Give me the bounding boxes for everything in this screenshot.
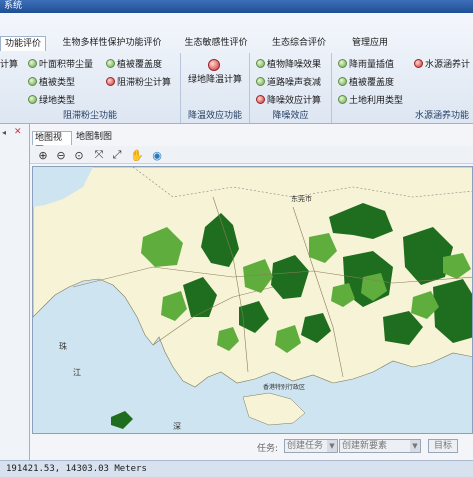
- toc-sidebar: ◂ ✕: [0, 124, 30, 460]
- leaf-icon: [256, 77, 265, 86]
- noise-calc-label: 降噪效应计算: [267, 96, 322, 106]
- target-button[interactable]: 目标: [428, 439, 458, 453]
- leaf-icon: [256, 59, 265, 68]
- leaf-icon: [28, 95, 37, 104]
- ribbon-tabs: 功能评价 生物多样性保护功能评价 生态敏感性评价 生态综合评价 管理应用: [0, 35, 473, 51]
- tab-comprehensive[interactable]: 生态综合评价: [270, 36, 328, 51]
- fixed-zoom-out-icon[interactable]: ⤢: [110, 148, 124, 162]
- map-svg: 东莞市 香港特别行政区 珠 江 深: [33, 167, 472, 431]
- water-veg-cover-label: 植被覆盖度: [349, 78, 395, 88]
- apple-icon: [208, 59, 220, 71]
- plant-noise-button[interactable]: 植物降噪效果: [256, 59, 321, 71]
- dust-calc-label: 阻滞粉尘计算: [117, 78, 172, 88]
- map-label-river2: 江: [73, 368, 81, 377]
- landuse-button[interactable]: 土地利用类型: [338, 95, 403, 107]
- green-type-label: 绿地类型: [39, 96, 76, 106]
- landuse-label: 土地利用类型: [349, 96, 404, 106]
- apple-icon: [414, 59, 423, 68]
- veg-type-label: 植被类型: [39, 78, 76, 88]
- leaf-icon: [338, 77, 347, 86]
- island-2: [111, 411, 133, 429]
- island: [242, 392, 306, 426]
- zoom-in-icon[interactable]: ⊕: [36, 148, 50, 162]
- noise-calc-button[interactable]: 降噪效应计算: [256, 95, 321, 107]
- tab-sensitivity[interactable]: 生态敏感性评价: [183, 36, 249, 51]
- leaf-icon: [106, 59, 115, 68]
- leaf-icon: [28, 59, 37, 68]
- task-bar: 任务: 创建任务 ▼ 创建新要素 ▼ 目标: [30, 436, 473, 458]
- group-dust-label: 阻滞粉尘功能: [62, 111, 117, 121]
- group-noise-label: 降噪效应: [272, 111, 309, 121]
- zoom-out-icon[interactable]: ⊖: [54, 148, 68, 162]
- leaf-icon: [338, 95, 347, 104]
- water-veg-cover-button[interactable]: 植被覆盖度: [338, 77, 394, 89]
- close-icon[interactable]: ✕: [14, 127, 22, 137]
- status-bar: 191421.53, 14303.03 Meters: [0, 460, 473, 477]
- tab-management[interactable]: 管理应用: [349, 36, 391, 51]
- leaf-icon: [338, 59, 347, 68]
- chevron-down-icon: ▼: [327, 440, 337, 452]
- calc-label: 计算: [0, 60, 19, 70]
- ribbon: 功能评价 生物多样性保护功能评价 生态敏感性评价 生态综合评价 管理应用 计算 …: [0, 13, 473, 124]
- globe-icon[interactable]: ◉: [150, 148, 164, 162]
- tab-map-view[interactable]: 地图视图: [32, 131, 72, 156]
- map-label-river1: 珠: [59, 341, 67, 351]
- apple-icon: [256, 95, 265, 104]
- task-select-value: 创建任务: [287, 441, 324, 451]
- group-heat-label: 降温效应功能: [187, 111, 242, 121]
- title-bar: 系统: [0, 0, 473, 13]
- map-label-sea: 深: [173, 422, 181, 431]
- group-dust: 计算 叶面积带尘量 植被覆盖度 植被类型 阻滞粉尘计算 绿地类型 阻滞粉尘功能: [0, 53, 181, 123]
- apple-icon: [106, 77, 115, 86]
- coord-readout: 191421.53, 14303.03 Meters: [6, 464, 147, 474]
- zoom-extent-icon[interactable]: ⊙: [72, 148, 86, 162]
- group-noise: 植物降噪效果 道路噪声衰减 降噪效应计算 降噪效应: [250, 53, 332, 123]
- heat-calc-button[interactable]: 绿地降温计算: [185, 59, 245, 85]
- tab-biodiversity[interactable]: 生物多样性保护功能评价: [57, 36, 167, 51]
- heat-calc-label: 绿地降温计算: [187, 75, 242, 85]
- rainfall-label: 降雨量插值: [349, 60, 395, 70]
- green-type-button[interactable]: 绿地类型: [28, 95, 75, 107]
- tab-map-layout[interactable]: 地图制图: [74, 131, 114, 145]
- leaf-dust-label: 叶面积带尘量: [39, 60, 94, 70]
- group-heat: 绿地降温计算 降温效应功能: [181, 53, 250, 123]
- veg-cover-label: 植被覆盖度: [117, 60, 163, 70]
- map-canvas[interactable]: 东莞市 香港特别行政区 珠 江 深: [32, 166, 473, 434]
- pan-hand-icon[interactable]: ✋: [130, 148, 144, 162]
- task-select[interactable]: 创建任务 ▼: [284, 439, 338, 453]
- road-noise-label: 道路噪声衰减: [267, 78, 322, 88]
- water-calc-label: 水源涵养计: [425, 60, 471, 70]
- map-panel: 地图视图 地图制图 ⊕ ⊖ ⊙ ⤧ ⤢ ✋ ◉: [30, 124, 473, 460]
- feature-select[interactable]: 创建新要素 ▼: [339, 439, 421, 453]
- app-window: 系统 功能评价 生物多样性保护功能评价 生态敏感性评价 生态综合评价 管理应用 …: [0, 0, 473, 477]
- plant-noise-label: 植物降噪效果: [267, 60, 322, 70]
- group-water-label: 水源涵养功能: [414, 111, 469, 121]
- map-label-city: 东莞市: [291, 194, 312, 203]
- leaf-icon: [28, 77, 37, 86]
- map-toolbar: ⊕ ⊖ ⊙ ⤧ ⤢ ✋ ◉: [30, 146, 473, 164]
- feature-select-value: 创建新要素: [342, 441, 388, 451]
- dust-calc-button[interactable]: 阻滞粉尘计算: [106, 77, 171, 89]
- rainfall-button[interactable]: 降雨量插值: [338, 59, 394, 71]
- group-water: 降雨量插值 水源涵养计 植被覆盖度 土地利用类型 水源涵养功能: [332, 53, 473, 123]
- tab-function-eval[interactable]: 功能评价: [0, 36, 46, 51]
- calc-button[interactable]: 计算: [0, 59, 18, 71]
- fixed-zoom-in-icon[interactable]: ⤧: [92, 148, 106, 162]
- water-calc-button[interactable]: 水源涵养计: [414, 59, 470, 71]
- task-label: 任务:: [257, 444, 279, 454]
- veg-type-button[interactable]: 植被类型: [28, 77, 75, 89]
- veg-cover-button[interactable]: 植被覆盖度: [106, 59, 162, 71]
- map-label-hk: 香港特别行政区: [263, 383, 305, 391]
- chevron-down-icon: ▼: [410, 440, 420, 452]
- leaf-dust-button[interactable]: 叶面积带尘量: [28, 59, 93, 71]
- road-noise-button[interactable]: 道路噪声衰减: [256, 77, 321, 89]
- window-title: 系统: [4, 1, 23, 11]
- pin-icon[interactable]: ◂: [2, 128, 6, 137]
